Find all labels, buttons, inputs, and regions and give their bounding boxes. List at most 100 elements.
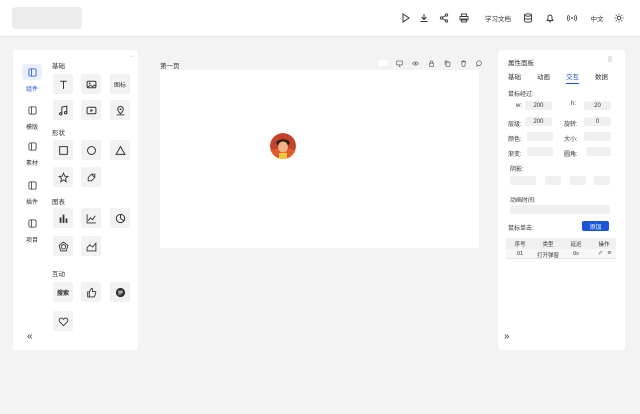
- nav-item-plugins[interactable]: 插件: [21, 177, 43, 206]
- qrcode-tile[interactable]: [110, 282, 130, 302]
- tab-data[interactable]: 数据: [595, 71, 608, 83]
- bell-icon[interactable]: [545, 11, 555, 25]
- shadow-blur-input[interactable]: [570, 176, 586, 185]
- edit-icon[interactable]: [596, 250, 604, 257]
- trash-icon[interactable]: [459, 59, 468, 68]
- section-title-charts: 图表: [52, 199, 65, 206]
- line-chart-icon: [86, 213, 96, 223]
- shadow-x-input[interactable]: [510, 176, 536, 185]
- comment-icon[interactable]: [475, 59, 484, 68]
- nav-label: 素材: [25, 161, 38, 167]
- thumbs-up-icon: [86, 287, 96, 297]
- triangle-tile[interactable]: [110, 140, 130, 160]
- property-panel: 属性面板 基础 动画 交互 数据 鼠标经过: w: 200 h: 20 层级: …: [498, 50, 625, 350]
- shadow-color-input[interactable]: [594, 176, 610, 185]
- audio-tile[interactable]: [53, 100, 73, 120]
- play-icon[interactable]: [401, 11, 411, 25]
- print-icon[interactable]: [459, 11, 469, 25]
- line-chart-tile[interactable]: [81, 208, 101, 228]
- menu-icon[interactable]: [605, 250, 613, 257]
- icon-tile[interactable]: 图标: [110, 74, 130, 94]
- radar-chart-icon: [58, 241, 68, 251]
- width-label: w:: [516, 103, 522, 109]
- arrow-shape-icon: [87, 173, 95, 181]
- pie-chart-tile[interactable]: [110, 208, 130, 228]
- click-label: 鼠标单击:: [508, 226, 534, 232]
- text-icon: [59, 80, 67, 89]
- width-input[interactable]: 200: [525, 101, 552, 110]
- tab-interaction[interactable]: 交互: [566, 71, 579, 84]
- table-row: 01 打开弹窗 0s: [506, 249, 616, 259]
- nav-label: 插件: [25, 200, 38, 206]
- size-input[interactable]: [584, 132, 611, 141]
- sun-icon[interactable]: [614, 11, 624, 25]
- nav-item-projects[interactable]: 项目: [21, 215, 43, 244]
- search-tile-label: 搜索: [56, 290, 69, 297]
- panel-icon: [22, 215, 42, 231]
- component-panel: ⌄ 组件 模版 素材 插件 项目 « 基础 图标 形状 图表 互动 搜索: [13, 50, 138, 350]
- docs-link[interactable]: 学习文档: [484, 11, 512, 25]
- rectangle-tile[interactable]: [53, 140, 73, 160]
- height-label: h:: [571, 101, 577, 107]
- rotate-input[interactable]: 0: [584, 117, 611, 126]
- nav-item-templates[interactable]: 模版: [21, 102, 43, 131]
- bar-chart-icon: [59, 214, 67, 223]
- layer-input[interactable]: 200: [525, 117, 552, 126]
- avatar[interactable]: [270, 133, 296, 159]
- section-title-basic: 基础: [52, 63, 65, 70]
- avatar-image: [270, 133, 296, 159]
- eye-icon[interactable]: [411, 59, 420, 68]
- music-icon: [58, 104, 67, 116]
- database-icon[interactable]: [523, 11, 533, 25]
- download-icon[interactable]: [419, 11, 429, 25]
- chevron-down-icon[interactable]: ⌄: [129, 52, 134, 59]
- tab-animation[interactable]: 动画: [537, 71, 550, 83]
- collapse-panel-button[interactable]: «: [27, 331, 33, 342]
- like-tile[interactable]: [81, 282, 101, 302]
- nav-item-materials[interactable]: 素材: [21, 138, 43, 167]
- copy-icon[interactable]: [443, 59, 452, 68]
- broadcast-icon[interactable]: [567, 11, 577, 25]
- header-index: 序号: [514, 242, 526, 248]
- header-type: 类型: [542, 242, 554, 248]
- height-input[interactable]: 20: [584, 101, 611, 110]
- video-tile[interactable]: [81, 100, 101, 120]
- hover-label: 鼠标经过:: [508, 92, 534, 98]
- map-tile[interactable]: [110, 100, 130, 120]
- anim-time-label: 动画时间:: [510, 198, 536, 204]
- logo-placeholder: [12, 7, 82, 29]
- radar-chart-tile[interactable]: [53, 236, 73, 256]
- area-chart-tile[interactable]: [81, 236, 101, 256]
- language-switch[interactable]: 中文: [589, 11, 605, 25]
- map-pin-icon: [116, 105, 124, 115]
- nav-label: 组件: [25, 87, 38, 93]
- section-title-shapes: 形状: [52, 130, 65, 137]
- round-input[interactable]: [586, 147, 611, 156]
- circle-tile[interactable]: [81, 140, 101, 160]
- shadow-y-input[interactable]: [545, 176, 561, 185]
- circle-icon: [86, 145, 96, 155]
- color-input[interactable]: [527, 132, 553, 141]
- round-label: 圆角:: [564, 152, 578, 158]
- add-action-button[interactable]: 添加: [582, 221, 609, 231]
- tab-basic[interactable]: 基础: [508, 71, 521, 83]
- nav-label: 模版: [25, 125, 38, 131]
- bar-chart-tile[interactable]: [53, 208, 73, 228]
- pin-icon[interactable]: [607, 56, 613, 64]
- search-tile[interactable]: 搜索: [53, 282, 73, 302]
- gradient-input[interactable]: [527, 147, 553, 156]
- arrow-shape-tile[interactable]: [81, 167, 101, 187]
- share-icon[interactable]: [439, 11, 449, 25]
- text-tile[interactable]: [53, 74, 73, 94]
- image-tile[interactable]: [81, 74, 101, 94]
- nav-item-components[interactable]: 组件: [21, 64, 43, 93]
- toggle-pill[interactable]: [378, 60, 388, 66]
- design-canvas[interactable]: [160, 70, 479, 248]
- heart-tile[interactable]: [53, 311, 73, 331]
- expand-panel-button[interactable]: »: [504, 331, 510, 342]
- monitor-icon[interactable]: [395, 59, 404, 68]
- anim-time-input[interactable]: [510, 205, 610, 214]
- star-tile[interactable]: [53, 167, 73, 187]
- video-icon: [86, 106, 96, 114]
- lock-icon[interactable]: [427, 59, 436, 68]
